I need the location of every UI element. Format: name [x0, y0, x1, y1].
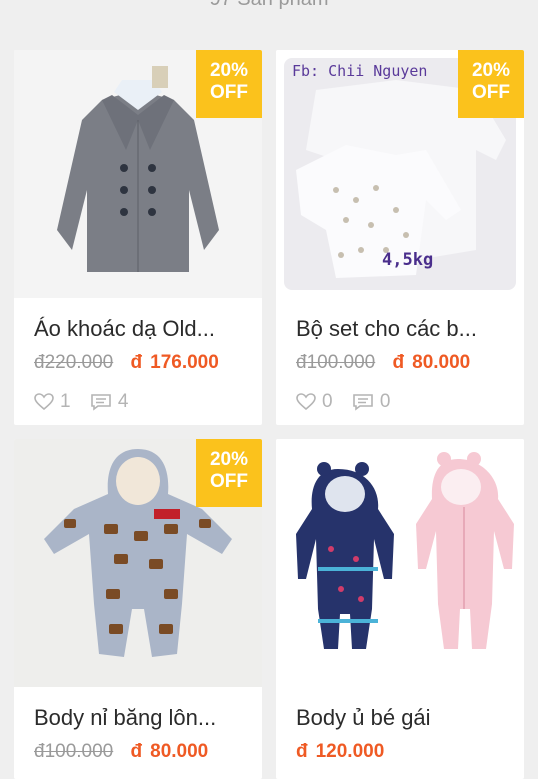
like-count: 0 — [322, 391, 333, 412]
comment-count: 0 — [379, 391, 391, 412]
product-card[interactable]: Fb: Chii Nguyen 4,5kg 20% OFF Bộ set cho… — [276, 50, 524, 425]
product-prices: đ220.000 đ 176.000 — [34, 352, 219, 374]
currency-symbol: đ — [130, 741, 143, 762]
comment-icon — [353, 394, 373, 411]
product-name[interactable]: Body ủ bé gái — [296, 705, 511, 731]
product-stats: 1 4 — [34, 391, 142, 417]
discount-label: OFF — [210, 471, 248, 492]
like-button[interactable]: 1 — [34, 391, 71, 413]
new-price-value: 176.000 — [150, 352, 219, 373]
heart-icon — [296, 393, 316, 411]
discount-badge: 20% OFF — [196, 439, 262, 507]
product-prices: đ100.000 đ 80.000 — [296, 352, 470, 374]
comment-button[interactable]: 4 — [90, 391, 129, 413]
discount-badge: 20% OFF — [458, 50, 524, 118]
product-card[interactable]: Body ủ bé gái đ 120.000 — [276, 439, 524, 779]
comment-count: 4 — [117, 391, 129, 412]
discount-badge: 20% OFF — [196, 50, 262, 118]
product-card[interactable]: 20% OFF Áo khoác dạ Old... đ220.000 đ 176… — [14, 50, 262, 425]
product-count-title: 97 Sản phẩm — [0, 0, 538, 11]
product-image[interactable]: Fb: Chii Nguyen 4,5kg 20% OFF — [276, 50, 524, 298]
product-name[interactable]: Body nỉ băng lôn... — [34, 705, 249, 731]
product-stats: 0 0 — [296, 391, 404, 417]
product-name[interactable]: Bộ set cho các b... — [296, 316, 511, 342]
currency-symbol: đ — [130, 352, 143, 373]
image-weight-label: 4,5kg — [382, 250, 434, 270]
discount-label: OFF — [210, 82, 248, 103]
new-price: đ 176.000 — [131, 352, 219, 373]
new-price-value: 80.000 — [412, 352, 471, 373]
like-button[interactable]: 0 — [296, 391, 333, 413]
new-price: đ 120.000 — [296, 741, 384, 762]
comment-icon — [91, 394, 111, 411]
product-image[interactable]: 20% OFF — [14, 439, 262, 687]
discount-pct: 20% — [209, 449, 249, 470]
currency-symbol: đ — [296, 741, 308, 762]
product-card[interactable]: 20% OFF Body nỉ băng lôn... đ100.000 đ 80… — [14, 439, 262, 779]
new-price: đ 80.000 — [131, 741, 209, 762]
product-image[interactable] — [276, 439, 524, 687]
heart-icon — [34, 393, 54, 411]
new-price: đ 80.000 — [393, 352, 471, 373]
product-image[interactable]: 20% OFF — [14, 50, 262, 298]
like-count: 1 — [60, 391, 71, 412]
image-watermark-fb: Fb: Chii Nguyen — [292, 62, 428, 80]
currency-symbol: đ — [392, 352, 405, 373]
discount-label: OFF — [472, 82, 510, 103]
new-price-value: 120.000 — [315, 741, 385, 762]
old-price: đ100.000 — [296, 352, 376, 373]
comment-button[interactable]: 0 — [352, 391, 391, 413]
discount-pct: 20% — [471, 60, 511, 81]
new-price-value: 80.000 — [150, 741, 209, 762]
product-name[interactable]: Áo khoác dạ Old... — [34, 316, 249, 342]
old-price: đ220.000 — [34, 352, 114, 373]
old-price: đ100.000 — [34, 741, 114, 762]
discount-pct: 20% — [209, 60, 249, 81]
